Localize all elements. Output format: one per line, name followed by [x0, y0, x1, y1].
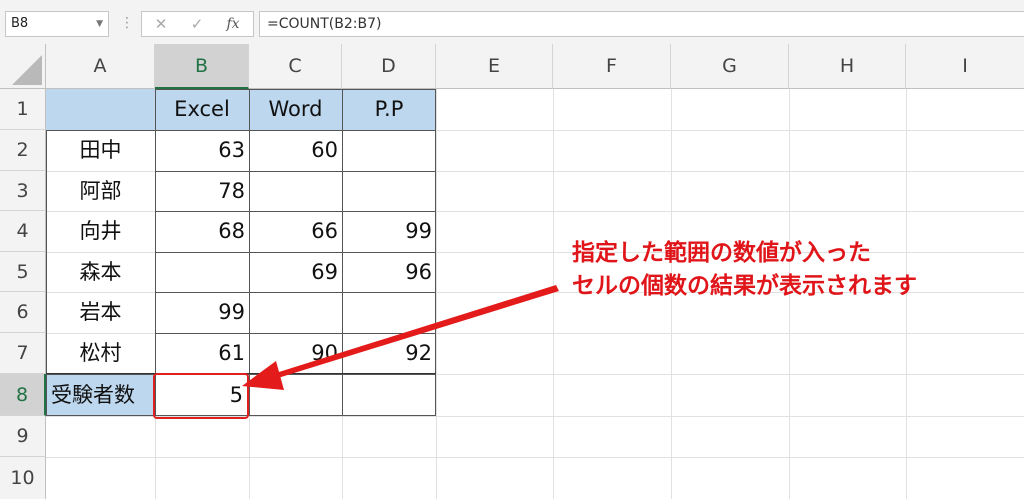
annotation-line-2: セルの個数の結果が表示されます	[572, 273, 917, 299]
formula-input[interactable]: =COUNT(B2:B7)	[259, 11, 1024, 37]
cancel-icon[interactable]: ✕	[146, 13, 176, 35]
formula-bar-grip-icon[interactable]: ⋮	[120, 12, 134, 34]
enter-icon[interactable]: ✓	[182, 13, 212, 35]
name-box-value: B8	[11, 16, 29, 31]
annotation-text: 指定した範囲の数値が入った セルの個数の結果が表示されます	[572, 237, 917, 303]
formula-bar-area: B8 ▼ ⋮ ✕ ✓ fx =COUNT(B2:B7)	[0, 0, 1024, 45]
name-box[interactable]: B8 ▼	[5, 11, 109, 37]
formula-bar-buttons: ✕ ✓ fx	[141, 11, 254, 37]
insert-function-icon[interactable]: fx	[218, 13, 248, 35]
name-box-dropdown-icon[interactable]: ▼	[96, 12, 103, 36]
annotation-line-1: 指定した範囲の数値が入った	[572, 240, 871, 266]
